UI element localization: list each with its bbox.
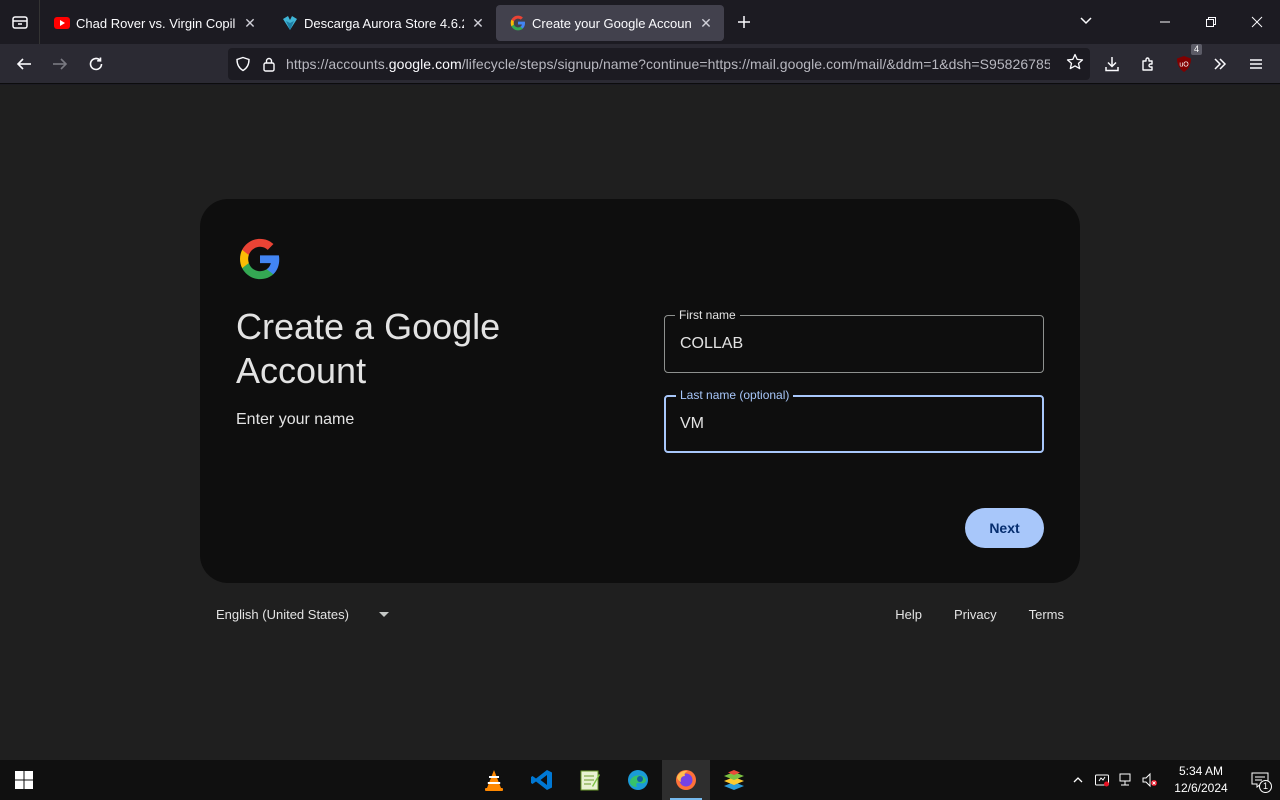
plus-icon (738, 16, 750, 28)
chevron-down-icon (1080, 17, 1092, 25)
restore-icon (1206, 17, 1216, 27)
windows-logo-icon (15, 771, 33, 789)
tab-title: Create your Google Account (532, 15, 692, 31)
dropdown-caret-icon (378, 612, 389, 617)
firefox-taskbar-button[interactable] (662, 760, 710, 800)
last-name-input[interactable] (680, 396, 1030, 452)
vscode-icon (531, 770, 552, 790)
ublock-icon: uO (1177, 56, 1191, 72)
chevron-up-icon (1073, 777, 1083, 783)
tab-title: Descarga Aurora Store 4.6.2 par (304, 15, 464, 31)
bluestacks-taskbar-button[interactable] (710, 760, 758, 800)
vlc-taskbar-button[interactable] (470, 760, 518, 800)
clock-date: 12/6/2024 (1174, 781, 1228, 795)
tray-app-icon (1095, 774, 1109, 787)
navigation-toolbar: https://accounts.google.com/lifecycle/st… (0, 44, 1280, 84)
url-prefix: https://accounts. (286, 56, 389, 72)
more-tools-button[interactable] (1202, 48, 1238, 80)
ublock-button[interactable]: uO 4 (1166, 44, 1202, 80)
minimize-button[interactable] (1142, 0, 1188, 44)
edge-taskbar-button[interactable] (614, 760, 662, 800)
show-hidden-icons-button[interactable] (1066, 760, 1090, 800)
clock[interactable]: 5:34 AM 12/6/2024 (1162, 763, 1240, 797)
double-chevron-right-icon (1214, 58, 1227, 70)
vlc-icon (485, 770, 503, 791)
svg-text:uO: uO (1179, 62, 1189, 69)
address-bar[interactable]: https://accounts.google.com/lifecycle/st… (228, 48, 1090, 80)
puzzle-icon (1142, 57, 1153, 71)
tab-bar: Chad Rover vs. Virgin Copilot - ✕ Descar… (0, 0, 1280, 44)
close-tab-icon[interactable]: ✕ (698, 15, 714, 31)
hamburger-menu-icon (1250, 59, 1262, 69)
windows-taskbar: 5:34 AM 12/6/2024 1 (0, 760, 1280, 800)
privacy-link[interactable]: Privacy (954, 607, 997, 622)
shield-icon[interactable] (232, 53, 254, 75)
tab-list-button[interactable] (0, 0, 40, 44)
terms-link[interactable]: Terms (1029, 607, 1064, 622)
notepad-plus-icon (580, 770, 600, 791)
volume-button[interactable] (1138, 760, 1162, 800)
network-button[interactable] (1114, 760, 1138, 800)
url-domain: google.com (388, 56, 462, 72)
minimize-icon (1160, 21, 1170, 23)
first-name-field[interactable]: First name (664, 307, 1044, 373)
help-link[interactable]: Help (895, 607, 922, 622)
language-selector[interactable]: English (United States) (216, 607, 389, 622)
close-tab-icon[interactable]: ✕ (242, 15, 258, 31)
language-label: English (United States) (216, 607, 349, 622)
tab-title: Chad Rover vs. Virgin Copilot - (76, 15, 236, 31)
clock-time: 5:34 AM (1178, 764, 1224, 778)
notepad-plus-taskbar-button[interactable] (566, 760, 614, 800)
tab-list-icon (11, 16, 28, 29)
network-icon (1119, 773, 1131, 786)
arrow-left-icon (16, 57, 31, 70)
page-title: Create a Google Account (236, 306, 501, 391)
url-path: /lifecycle/steps/signup/name?continue=ht… (461, 56, 1050, 72)
edge-icon (628, 770, 648, 790)
bookmark-star-icon[interactable] (1066, 53, 1084, 76)
ublock-count-badge: 4 (1190, 44, 1202, 55)
page-footer: English (United States) Help Privacy Ter… (200, 595, 1080, 635)
notification-count: 1 (1259, 780, 1272, 793)
aurora-icon (282, 15, 298, 31)
tab-google-account[interactable]: Create your Google Account ✕ (496, 5, 724, 41)
tab-aurora[interactable]: Descarga Aurora Store 4.6.2 par ✕ (268, 5, 496, 41)
page-subtitle: Enter your name (236, 411, 355, 428)
firefox-icon (676, 770, 696, 790)
tab-youtube[interactable]: Chad Rover vs. Virgin Copilot - ✕ (40, 5, 268, 41)
google-icon (510, 15, 526, 31)
back-button[interactable] (6, 48, 42, 80)
vscode-taskbar-button[interactable] (518, 760, 566, 800)
reload-icon (89, 57, 103, 70)
arrow-right-icon (53, 57, 68, 70)
last-name-field[interactable]: Last name (optional) (664, 387, 1044, 453)
lock-icon[interactable] (258, 53, 280, 75)
first-name-input[interactable] (680, 316, 1030, 372)
new-tab-button[interactable] (728, 6, 760, 38)
bluestacks-icon (724, 770, 744, 790)
forward-button[interactable] (42, 48, 78, 80)
url-text[interactable]: https://accounts.google.com/lifecycle/st… (286, 56, 1050, 72)
downloads-button[interactable] (1094, 48, 1130, 80)
start-button[interactable] (0, 760, 48, 800)
close-tab-icon[interactable]: ✕ (470, 15, 486, 31)
speaker-muted-icon (1142, 772, 1157, 788)
close-icon (1251, 16, 1263, 28)
restore-button[interactable] (1188, 0, 1234, 44)
page-content: Create a Google Account Enter your name … (0, 85, 1280, 760)
signup-card: Create a Google Account Enter your name … (200, 199, 1080, 583)
download-icon (1105, 57, 1119, 72)
app-menu-button[interactable] (1238, 48, 1274, 80)
reload-button[interactable] (78, 48, 114, 80)
youtube-icon (54, 15, 70, 31)
list-all-tabs-button[interactable] (1078, 12, 1094, 33)
action-center-button[interactable]: 1 (1240, 760, 1280, 800)
close-window-button[interactable] (1234, 0, 1280, 44)
tray-app-button[interactable] (1090, 760, 1114, 800)
extensions-button[interactable] (1130, 48, 1166, 80)
next-button[interactable]: Next (965, 508, 1044, 548)
google-logo-icon (240, 238, 280, 280)
